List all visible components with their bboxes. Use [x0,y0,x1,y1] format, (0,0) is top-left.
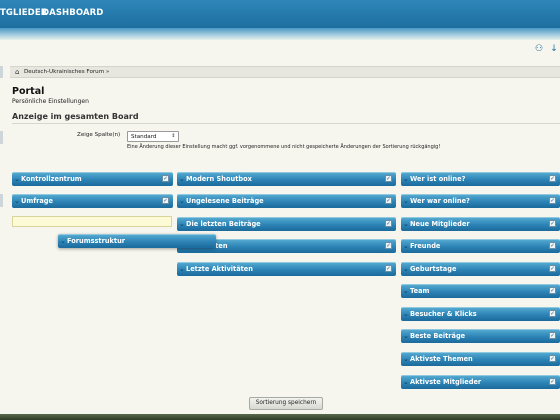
chevron-down-icon[interactable]: ⌄ [179,195,185,207]
block-title: Modern Shoutbox [186,175,252,183]
checkbox-icon[interactable]: ✓ [162,175,169,182]
block-kontrollzentrum[interactable]: ⌄ Kontrollzentrum ✓ [12,172,173,186]
block-title: Geburtstage [410,265,457,273]
block-title: Aktivste Themen [410,355,473,363]
chevron-down-icon[interactable]: ⌄ [403,330,409,342]
checkbox-icon[interactable]: ✓ [385,220,392,227]
nav-item-dashboard[interactable]: DASHBOARD [42,8,103,18]
checkbox-icon[interactable]: ✓ [549,332,556,339]
block-wer-war-online[interactable]: ⌄ Wer war online? ✓ [401,194,560,208]
block-freunde[interactable]: ⌄ Freunde ✓ [401,239,560,253]
chevron-down-icon[interactable]: ⌄ [403,376,409,388]
block-title: Wer ist online? [410,175,466,183]
chevron-down-icon[interactable]: ⌄ [60,235,66,247]
header-banner [0,28,560,40]
nav-item-mitglieder[interactable]: TGLIEDER [0,8,47,18]
checkbox-icon[interactable]: ✓ [549,220,556,227]
columns-select-value: Standard [131,134,157,140]
block-title: Die letzten Beiträge [186,220,261,228]
block-umfrage[interactable]: ⌄ Umfrage ✓ [12,194,173,208]
block-die-letzten-beitraege[interactable]: ⌄ Die letzten Beiträge ✓ [177,217,396,231]
checkbox-icon[interactable]: ✓ [549,175,556,182]
block-geburtstage[interactable]: ⌄ Geburtstage ✓ [401,262,560,276]
breadcrumb-item-forum[interactable]: Deutsch-Ukrainisches Forum » [24,67,109,78]
columns-select[interactable]: Standard ⇕ [127,131,179,142]
drop-placeholder [12,216,172,227]
chevron-down-icon[interactable]: ⌄ [14,173,20,185]
chevron-down-icon[interactable]: ⌄ [179,173,185,185]
chevron-down-icon[interactable]: ⌄ [403,263,409,275]
block-title: Besucher & Klicks [410,310,477,318]
page-title: Portal [12,86,45,97]
block-modern-shoutbox[interactable]: ⌄ Modern Shoutbox ✓ [177,172,396,186]
save-sorting-button[interactable]: Sortierung speichern [249,397,323,410]
block-title: Ungelesene Beiträge [186,197,264,205]
chevron-down-icon[interactable]: ⌄ [403,353,409,365]
select-arrows-icon: ⇕ [171,133,176,139]
bottom-background-strip [0,414,560,420]
block-letzte-aktivitaeten[interactable]: ⌄ Letzte Aktivitäten ✓ [177,262,396,276]
block-title: Letzte Aktivitäten [186,265,253,273]
chevron-down-icon[interactable]: ⌄ [14,195,20,207]
block-besucher-klicks[interactable]: ⌄ Besucher & Klicks ✓ [401,307,560,321]
checkbox-icon[interactable]: ✓ [549,355,556,362]
chevron-down-icon[interactable]: ⌄ [179,263,185,275]
block-forumsstruktur-dragging[interactable]: ⌄ Forumsstruktur [58,234,216,248]
top-navigation: TGLIEDER DASHBOARD [0,0,560,28]
left-edge-marker [0,131,3,144]
block-aktivste-themen[interactable]: ⌄ Aktivste Themen ✓ [401,352,560,366]
chevron-down-icon[interactable]: ⌄ [403,285,409,297]
chevron-down-icon[interactable]: ⌄ [403,308,409,320]
block-title: Wer war online? [410,197,470,205]
block-title: Kontrollzentrum [21,175,82,183]
block-title: Beste Beiträge [410,332,466,340]
checkbox-icon[interactable]: ✓ [162,197,169,204]
chevron-down-icon[interactable]: ⌄ [403,195,409,207]
block-beste-beitraege[interactable]: ⌄ Beste Beiträge ✓ [401,329,560,343]
block-team[interactable]: ⌄ Team ✓ [401,284,560,298]
checkbox-icon[interactable]: ✓ [549,265,556,272]
columns-label: Zeige Spalte(n) [77,132,121,138]
home-icon[interactable]: ⌂ [15,67,19,78]
checkbox-icon[interactable]: ✓ [549,197,556,204]
checkbox-icon[interactable]: ✓ [385,265,392,272]
checkbox-icon[interactable]: ✓ [385,175,392,182]
sitemap-icon[interactable]: ⚇ [534,44,544,54]
left-edge-marker [0,66,3,78]
checkbox-icon[interactable]: ✓ [549,378,556,385]
page-subtitle: Persönliche Einstellungen [12,98,89,105]
save-sorting-label: Sortierung speichern [255,400,317,406]
chevron-down-icon[interactable]: ⌄ [179,218,185,230]
checkbox-icon[interactable]: ✓ [385,197,392,204]
block-wer-ist-online[interactable]: ⌄ Wer ist online? ✓ [401,172,560,186]
chevron-down-icon[interactable]: ⌄ [403,240,409,252]
section-divider [12,123,560,124]
checkbox-icon[interactable]: ✓ [549,287,556,294]
section-title: Anzeige im gesamten Board [12,112,139,121]
breadcrumb: ⌂ Deutsch-Ukrainisches Forum » [10,66,560,78]
chevron-down-icon[interactable]: ⌄ [403,218,409,230]
block-title: Aktivste Mitglieder [410,378,482,386]
block-ungelesene-beitraege[interactable]: ⌄ Ungelesene Beiträge ✓ [177,194,396,208]
block-title: Freunde [410,242,441,250]
block-title: Team [410,287,430,295]
left-edge-marker [0,194,3,207]
checkbox-icon[interactable]: ✓ [549,242,556,249]
block-neue-mitglieder[interactable]: ⌄ Neue Mitglieder ✓ [401,217,560,231]
checkbox-icon[interactable]: ✓ [549,310,556,317]
chevron-down-icon[interactable]: ⌄ [403,173,409,185]
block-aktivste-mitglieder[interactable]: ⌄ Aktivste Mitglieder ✓ [401,375,560,389]
columns-note: Eine Änderung dieser Einstellung macht g… [127,144,441,150]
block-title: Neue Mitglieder [410,220,470,228]
arrow-down-icon[interactable]: ↓ [549,44,559,54]
block-title: Umfrage [21,197,53,205]
checkbox-icon[interactable]: ✓ [385,242,392,249]
block-title: Forumsstruktur [67,237,126,245]
